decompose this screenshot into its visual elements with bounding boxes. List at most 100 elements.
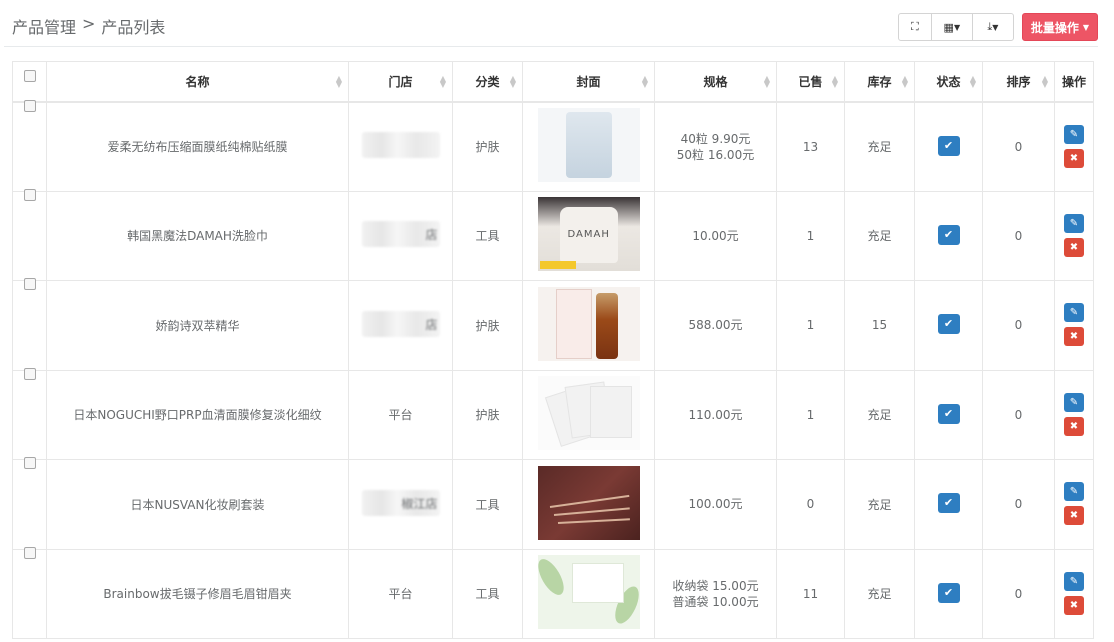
- sort-cell: 0: [982, 548, 1055, 639]
- status-toggle-button[interactable]: ✔: [937, 224, 960, 245]
- spec-cell: 40粒 9.90元 50粒 16.00元: [654, 101, 777, 192]
- header-stock[interactable]: 库存 ▲ ▼: [844, 61, 915, 103]
- status-cell: ✔: [914, 548, 983, 639]
- status-toggle-button[interactable]: ✔: [937, 403, 960, 424]
- sort-icon: ▲ ▼: [335, 74, 342, 89]
- batch-operation-label: 批量操作: [1030, 20, 1079, 35]
- breadcrumb-current: 产品列表: [101, 18, 166, 37]
- cover-image: [537, 376, 640, 451]
- check-square-icon: ✔: [943, 496, 954, 510]
- caret-down-icon: ▼: [953, 22, 961, 32]
- header-spec[interactable]: 规格 ▲ ▼: [654, 61, 777, 103]
- table-row: 韩国黑魔法DAMAH洗脸巾 店 工具 DAMAH 10.00元 1 充足 ✔ 0…: [12, 188, 1094, 281]
- status-toggle-button[interactable]: ✔: [937, 314, 960, 335]
- status-toggle-button[interactable]: ✔: [937, 135, 960, 156]
- status-cell: ✔: [914, 459, 983, 550]
- delete-button[interactable]: ✖: [1064, 237, 1084, 257]
- product-name: 爱柔无纺布压缩面膜纸纯棉贴纸膜: [46, 101, 349, 192]
- check-square-icon: ✔: [943, 406, 954, 420]
- sort-icon: ▲ ▼: [439, 74, 446, 89]
- row-checkbox[interactable]: [23, 367, 36, 380]
- ops-cell: ✎ ✖: [1054, 280, 1094, 371]
- header-cover[interactable]: 封面 ▲ ▼: [522, 61, 655, 103]
- breadcrumb: 产品管理 > 产品列表: [12, 14, 165, 38]
- row-select-cell: [12, 367, 47, 460]
- store-cell: 店: [348, 190, 453, 281]
- table-header-row: 名称 ▲ ▼ 门店 ▲ ▼ 分类 ▲ ▼ 封面 ▲ ▼ 规格 ▲ ▼ 已售 ▲ ▼ 库存 ▲ ▼ 状态 ▲ ▼ …: [12, 61, 1094, 103]
- status-toggle-button[interactable]: ✔: [937, 582, 960, 603]
- delete-button[interactable]: ✖: [1064, 327, 1084, 347]
- columns-button[interactable]: ▦ ▼: [930, 13, 973, 41]
- status-toggle-button[interactable]: ✔: [937, 493, 960, 514]
- edit-button[interactable]: ✎: [1064, 482, 1084, 502]
- batch-operation-button[interactable]: 批量操作 ▼: [1021, 13, 1098, 41]
- cover-cell: [522, 369, 655, 460]
- stock-cell: 15: [844, 280, 915, 371]
- header-sort[interactable]: 排序 ▲ ▼: [982, 61, 1055, 103]
- grid-icon: ▦: [943, 20, 954, 34]
- delete-button[interactable]: ✖: [1064, 416, 1084, 436]
- sort-icon: ▲ ▼: [831, 74, 838, 89]
- row-select-cell: [12, 278, 47, 371]
- ops-cell: ✎ ✖: [1054, 101, 1094, 192]
- spec-cell: 10.00元: [654, 190, 777, 281]
- cover-image: [537, 465, 640, 540]
- category-cell: 工具: [452, 548, 523, 639]
- breadcrumb-parent[interactable]: 产品管理: [12, 14, 76, 38]
- sort-cell: 0: [982, 459, 1055, 550]
- store-cell: [348, 101, 453, 192]
- delete-button[interactable]: ✖: [1064, 506, 1084, 526]
- row-checkbox[interactable]: [23, 278, 36, 291]
- header-name[interactable]: 名称 ▲ ▼: [46, 61, 349, 103]
- cover-image: DAMAH: [537, 197, 640, 272]
- store-cell: 椒江店: [348, 459, 453, 550]
- product-name: 日本NUSVAN化妆刷套装: [46, 459, 349, 550]
- header-category[interactable]: 分类 ▲ ▼: [452, 61, 523, 103]
- delete-button[interactable]: ✖: [1064, 595, 1084, 615]
- category-cell: 护肤: [452, 101, 523, 192]
- cover-cell: [522, 101, 655, 192]
- edit-button[interactable]: ✎: [1064, 213, 1084, 233]
- product-table: 名称 ▲ ▼ 门店 ▲ ▼ 分类 ▲ ▼ 封面 ▲ ▼ 规格 ▲ ▼ 已售 ▲ ▼ 库存 ▲ ▼ 状态 ▲ ▼ …: [12, 61, 1094, 639]
- sort-icon: ▲ ▼: [641, 74, 648, 89]
- status-cell: ✔: [914, 101, 983, 192]
- edit-button[interactable]: ✎: [1064, 303, 1084, 323]
- edit-button[interactable]: ✎: [1064, 571, 1084, 591]
- caret-down-icon: ▼: [992, 22, 999, 32]
- product-name: 娇韵诗双萃精华: [46, 280, 349, 371]
- edit-button[interactable]: ✎: [1064, 124, 1084, 144]
- stock-cell: 充足: [844, 190, 915, 281]
- row-select-cell: [12, 99, 47, 192]
- store-name-blurred: 店: [361, 310, 440, 337]
- row-checkbox[interactable]: [23, 188, 36, 201]
- row-checkbox[interactable]: [23, 457, 36, 470]
- sort-cell: 0: [982, 101, 1055, 192]
- product-table-container: 名称 ▲ ▼ 门店 ▲ ▼ 分类 ▲ ▼ 封面 ▲ ▼ 规格 ▲ ▼ 已售 ▲ ▼ 库存 ▲ ▼ 状态 ▲ ▼ …: [12, 61, 1094, 639]
- check-square-icon: ✔: [943, 227, 954, 241]
- close-icon: ✖: [1069, 241, 1079, 253]
- edit-button[interactable]: ✎: [1064, 392, 1084, 412]
- edit-icon: ✎: [1069, 486, 1079, 498]
- store-cell: 平台: [348, 369, 453, 460]
- table-toolbar: ⛶ ▦ ▼ ⤓ ▼ 批量操作 ▼: [897, 13, 1098, 41]
- header-store[interactable]: 门店 ▲ ▼: [348, 61, 453, 103]
- ops-cell: ✎ ✖: [1054, 548, 1094, 639]
- delete-button[interactable]: ✖: [1064, 148, 1084, 168]
- spec-cell: 100.00元: [654, 459, 777, 550]
- header-sold[interactable]: 已售 ▲ ▼: [776, 61, 845, 103]
- select-all-checkbox[interactable]: [23, 70, 36, 83]
- edit-icon: ✎: [1069, 575, 1079, 587]
- fullscreen-button[interactable]: ⛶: [897, 13, 932, 41]
- cover-cell: [522, 280, 655, 371]
- store-cell: 店: [348, 280, 453, 371]
- cover-cell: DAMAH: [522, 190, 655, 281]
- close-icon: ✖: [1069, 599, 1079, 611]
- close-icon: ✖: [1069, 152, 1079, 164]
- row-checkbox[interactable]: [23, 546, 36, 559]
- row-select-cell: [12, 457, 47, 550]
- export-button[interactable]: ⤓ ▼: [971, 13, 1014, 41]
- stock-cell: 充足: [844, 101, 915, 192]
- sort-cell: 0: [982, 190, 1055, 281]
- header-status[interactable]: 状态 ▲ ▼: [914, 61, 983, 103]
- cover-image: [537, 108, 640, 182]
